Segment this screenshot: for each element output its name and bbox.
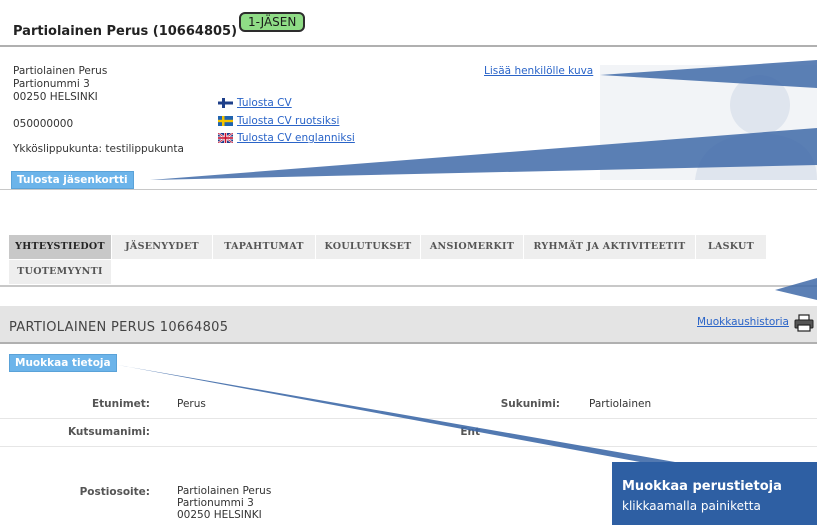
header-divider (0, 45, 817, 47)
contact-phone: 050000000 (13, 118, 74, 130)
nickname-label: Kutsumanimi: (67, 426, 150, 438)
tab-bar: YHTEYSTIEDOT JÄSENYYDET TAPAHTUMAT KOULU… (9, 235, 784, 285)
tab-tuotemyynti[interactable]: TUOTEMYYNTI (9, 260, 112, 284)
edit-info-button[interactable]: Muokkaa tietoja (9, 354, 117, 372)
tutorial-callout: Muokkaa perustietoja klikkaamalla painik… (612, 462, 817, 525)
section-title: PARTIOLAINEN PERUS 10664805 (9, 320, 229, 335)
contact-name: Partiolainen Perus (13, 65, 108, 77)
sweden-flag-icon (218, 116, 233, 126)
address-block: Partiolainen Perus Partionummi 3 00250 H… (13, 65, 107, 104)
print-cv-swedish-label: Tulosta CV ruotsiksi (237, 115, 340, 127)
tab-ansiomerkit[interactable]: ANSIOMERKIT (421, 235, 524, 259)
callout-text: klikkaamalla painiketta (622, 499, 761, 513)
row-divider (0, 446, 817, 447)
last-name-label: Sukunimi: (500, 398, 560, 410)
former-name-label: Ent (460, 426, 480, 438)
print-cv-swedish-link[interactable]: Tulosta CV ruotsiksi (218, 115, 339, 127)
avatar (600, 65, 817, 180)
row-divider (0, 418, 817, 419)
tab-ryhmat-ja-aktiviteetit[interactable]: RYHMÄT JA AKTIVITEETIT (524, 235, 696, 259)
tab-tapahtumat[interactable]: TAPAHTUMAT (213, 235, 316, 259)
edit-history-link[interactable]: Muokkaushistoria (697, 316, 789, 328)
print-cv-english-link[interactable]: Tulosta CV englanniksi (218, 132, 355, 144)
last-name-value: Partiolainen (589, 398, 652, 410)
postal-address-postal: 00250 HELSINKI (177, 509, 262, 521)
print-cv-label: Tulosta CV (237, 97, 292, 109)
first-names-label: Etunimet: (91, 398, 150, 410)
contact-unit: Ykköslippukunta: testilippukunta (13, 143, 184, 155)
tab-divider (0, 285, 817, 287)
finland-flag-icon (218, 98, 233, 108)
postal-address-value: Partiolainen Perus Partionummi 3 00250 H… (177, 485, 271, 521)
contact-postal: 00250 HELSINKI (13, 91, 98, 103)
tab-koulutukset[interactable]: KOULUTUKSET (316, 235, 421, 259)
add-photo-link[interactable]: Lisää henkilölle kuva (484, 65, 593, 77)
print-cv-link[interactable]: Tulosta CV (218, 97, 292, 109)
callout-title: Muokkaa perustietoja (622, 479, 782, 494)
first-names-value: Perus (177, 398, 206, 410)
postal-address-label: Postiosoite: (79, 486, 150, 498)
postal-address-street: Partionummi 3 (177, 497, 254, 509)
section-divider (0, 342, 817, 344)
tab-jasenyydet[interactable]: JÄSENYYDET (112, 235, 213, 259)
info-divider (0, 189, 817, 190)
tab-yhteystiedot[interactable]: YHTEYSTIEDOT (9, 235, 112, 259)
uk-flag-icon (218, 133, 233, 143)
print-cv-english-label: Tulosta CV englanniksi (237, 132, 355, 144)
print-icon[interactable] (794, 314, 814, 335)
person-silhouette-icon (695, 75, 817, 180)
pointer-wedge (118, 365, 675, 462)
contact-street: Partionummi 3 (13, 78, 90, 90)
tab-laskut[interactable]: LASKUT (696, 235, 767, 259)
page-title: Partiolainen Perus (10664805) (13, 24, 238, 39)
postal-address-name: Partiolainen Perus (177, 485, 272, 497)
print-member-card-button[interactable]: Tulosta jäsenkortti (11, 171, 134, 189)
membership-badge: 1-JÄSEN (239, 12, 306, 32)
